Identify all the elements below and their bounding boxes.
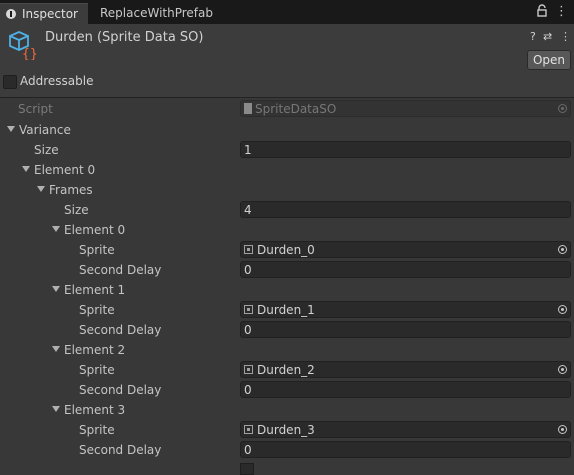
sprite-object-field[interactable]: Durden_1 bbox=[240, 301, 571, 318]
script-value: SpriteDataSO bbox=[255, 102, 337, 116]
second-delay-row: Second Delay 0 bbox=[0, 380, 574, 400]
sprite-row: Sprite Durden_3 bbox=[0, 420, 574, 440]
frames-size-row: Size 4 bbox=[0, 200, 574, 220]
tab-bar: Inspector ReplaceWithPrefab ⋮ bbox=[0, 0, 574, 25]
page-title: Durden (Sprite Data SO) bbox=[45, 30, 204, 45]
object-picker-icon[interactable] bbox=[558, 305, 567, 314]
second-delay-input[interactable]: 0 bbox=[240, 441, 571, 458]
size-label: Size bbox=[34, 143, 59, 157]
open-button[interactable]: Open bbox=[527, 50, 571, 70]
second-delay-label: Second Delay bbox=[79, 443, 162, 457]
element-label: Element 1 bbox=[64, 283, 126, 297]
foldout-arrow-icon[interactable] bbox=[7, 126, 15, 132]
second-delay-input[interactable]: 0 bbox=[240, 261, 571, 278]
foldout-arrow-icon[interactable] bbox=[37, 186, 45, 192]
addressable-label: Addressable bbox=[20, 74, 94, 88]
sprite-icon bbox=[244, 245, 253, 254]
second-delay-row: Second Delay 0 bbox=[0, 440, 574, 460]
second-delay-value: 0 bbox=[244, 443, 252, 457]
sprite-object-field[interactable]: Durden_2 bbox=[240, 361, 571, 378]
frames-size-value: 4 bbox=[244, 203, 252, 217]
tab-inspector[interactable]: Inspector bbox=[0, 3, 88, 25]
frame-element-0[interactable]: Element 0 bbox=[0, 220, 574, 240]
second-delay-row: Second Delay 0 bbox=[0, 260, 574, 280]
settings-icon[interactable]: ⇄ bbox=[543, 30, 552, 43]
frames-foldout[interactable]: Frames bbox=[0, 180, 574, 200]
tab-inspector-label: Inspector bbox=[22, 7, 78, 21]
second-delay-label: Second Delay bbox=[79, 323, 162, 337]
tab-replace-label: ReplaceWithPrefab bbox=[100, 6, 213, 20]
object-picker-icon[interactable] bbox=[558, 365, 567, 374]
sprite-object-field[interactable]: Durden_0 bbox=[240, 241, 571, 258]
second-delay-label: Second Delay bbox=[79, 263, 162, 277]
sprite-value: Durden_2 bbox=[257, 363, 315, 377]
sprite-value: Durden_3 bbox=[257, 423, 315, 437]
sprite-row: Sprite Durden_1 bbox=[0, 300, 574, 320]
scriptable-object-icon: {} bbox=[8, 30, 38, 62]
element-label: Element 0 bbox=[64, 223, 126, 237]
kebab-menu-icon[interactable]: ⋮ bbox=[555, 3, 568, 21]
frame-element-3[interactable]: Element 3 bbox=[0, 400, 574, 420]
second-delay-label: Second Delay bbox=[79, 383, 162, 397]
foldout-arrow-icon[interactable] bbox=[52, 226, 60, 232]
element-label: Element 2 bbox=[64, 343, 126, 357]
foldout-arrow-icon[interactable] bbox=[52, 286, 60, 292]
tab-replace-with-prefab[interactable]: ReplaceWithPrefab bbox=[100, 3, 220, 24]
script-label: Script bbox=[18, 102, 53, 116]
sprite-label: Sprite bbox=[79, 363, 115, 377]
sprite-value: Durden_0 bbox=[257, 243, 315, 257]
sprite-object-field[interactable]: Durden_3 bbox=[240, 421, 571, 438]
sprite-label: Sprite bbox=[79, 423, 115, 437]
second-delay-value: 0 bbox=[244, 383, 252, 397]
svg-text:{}: {} bbox=[22, 47, 38, 60]
size-label: Size bbox=[64, 203, 89, 217]
sprite-label: Sprite bbox=[79, 303, 115, 317]
sprite-icon bbox=[244, 365, 253, 374]
object-picker-icon bbox=[558, 104, 567, 113]
script-file-icon bbox=[244, 103, 252, 114]
variance-size-value: 1 bbox=[244, 143, 252, 157]
variance-size-input[interactable]: 1 bbox=[240, 141, 571, 158]
second-delay-value: 0 bbox=[244, 263, 252, 277]
script-row: Script SpriteDataSO bbox=[0, 99, 574, 119]
frames-size-input[interactable]: 4 bbox=[240, 201, 571, 218]
object-picker-icon[interactable] bbox=[558, 245, 567, 254]
object-picker-icon[interactable] bbox=[558, 425, 567, 434]
addressable-checkbox[interactable] bbox=[3, 75, 17, 89]
help-icon[interactable]: ? bbox=[530, 30, 536, 43]
inspector-header: {} Durden (Sprite Data SO) ? ⇄ ⋮ Open Ad… bbox=[0, 24, 574, 98]
clipped-checkbox[interactable] bbox=[240, 463, 254, 475]
sprite-icon bbox=[244, 305, 253, 314]
element-label: Element 0 bbox=[34, 163, 96, 177]
info-icon bbox=[6, 9, 16, 19]
frame-element-2[interactable]: Element 2 bbox=[0, 340, 574, 360]
sprite-label: Sprite bbox=[79, 243, 115, 257]
second-delay-value: 0 bbox=[244, 323, 252, 337]
header-divider bbox=[0, 97, 574, 98]
frames-label: Frames bbox=[49, 183, 93, 197]
sprite-value: Durden_1 bbox=[257, 303, 315, 317]
sprite-row: Sprite Durden_0 bbox=[0, 240, 574, 260]
variance-size-row: Size 1 bbox=[0, 140, 574, 160]
sprite-row: Sprite Durden_2 bbox=[0, 360, 574, 380]
second-delay-row: Second Delay 0 bbox=[0, 320, 574, 340]
script-field: SpriteDataSO bbox=[240, 100, 571, 117]
variance-element-0[interactable]: Element 0 bbox=[0, 160, 574, 180]
foldout-arrow-icon[interactable] bbox=[52, 346, 60, 352]
lock-icon[interactable] bbox=[536, 4, 550, 20]
sprite-icon bbox=[244, 425, 253, 434]
foldout-arrow-icon[interactable] bbox=[52, 406, 60, 412]
variance-foldout[interactable]: Variance bbox=[0, 120, 574, 140]
more-icon[interactable]: ⋮ bbox=[560, 30, 571, 43]
frame-element-1[interactable]: Element 1 bbox=[0, 280, 574, 300]
variance-label: Variance bbox=[19, 123, 71, 137]
second-delay-input[interactable]: 0 bbox=[240, 321, 571, 338]
foldout-arrow-icon[interactable] bbox=[22, 166, 30, 172]
header-icons: ? ⇄ ⋮ bbox=[530, 30, 571, 44]
element-label: Element 3 bbox=[64, 403, 126, 417]
second-delay-input[interactable]: 0 bbox=[240, 381, 571, 398]
